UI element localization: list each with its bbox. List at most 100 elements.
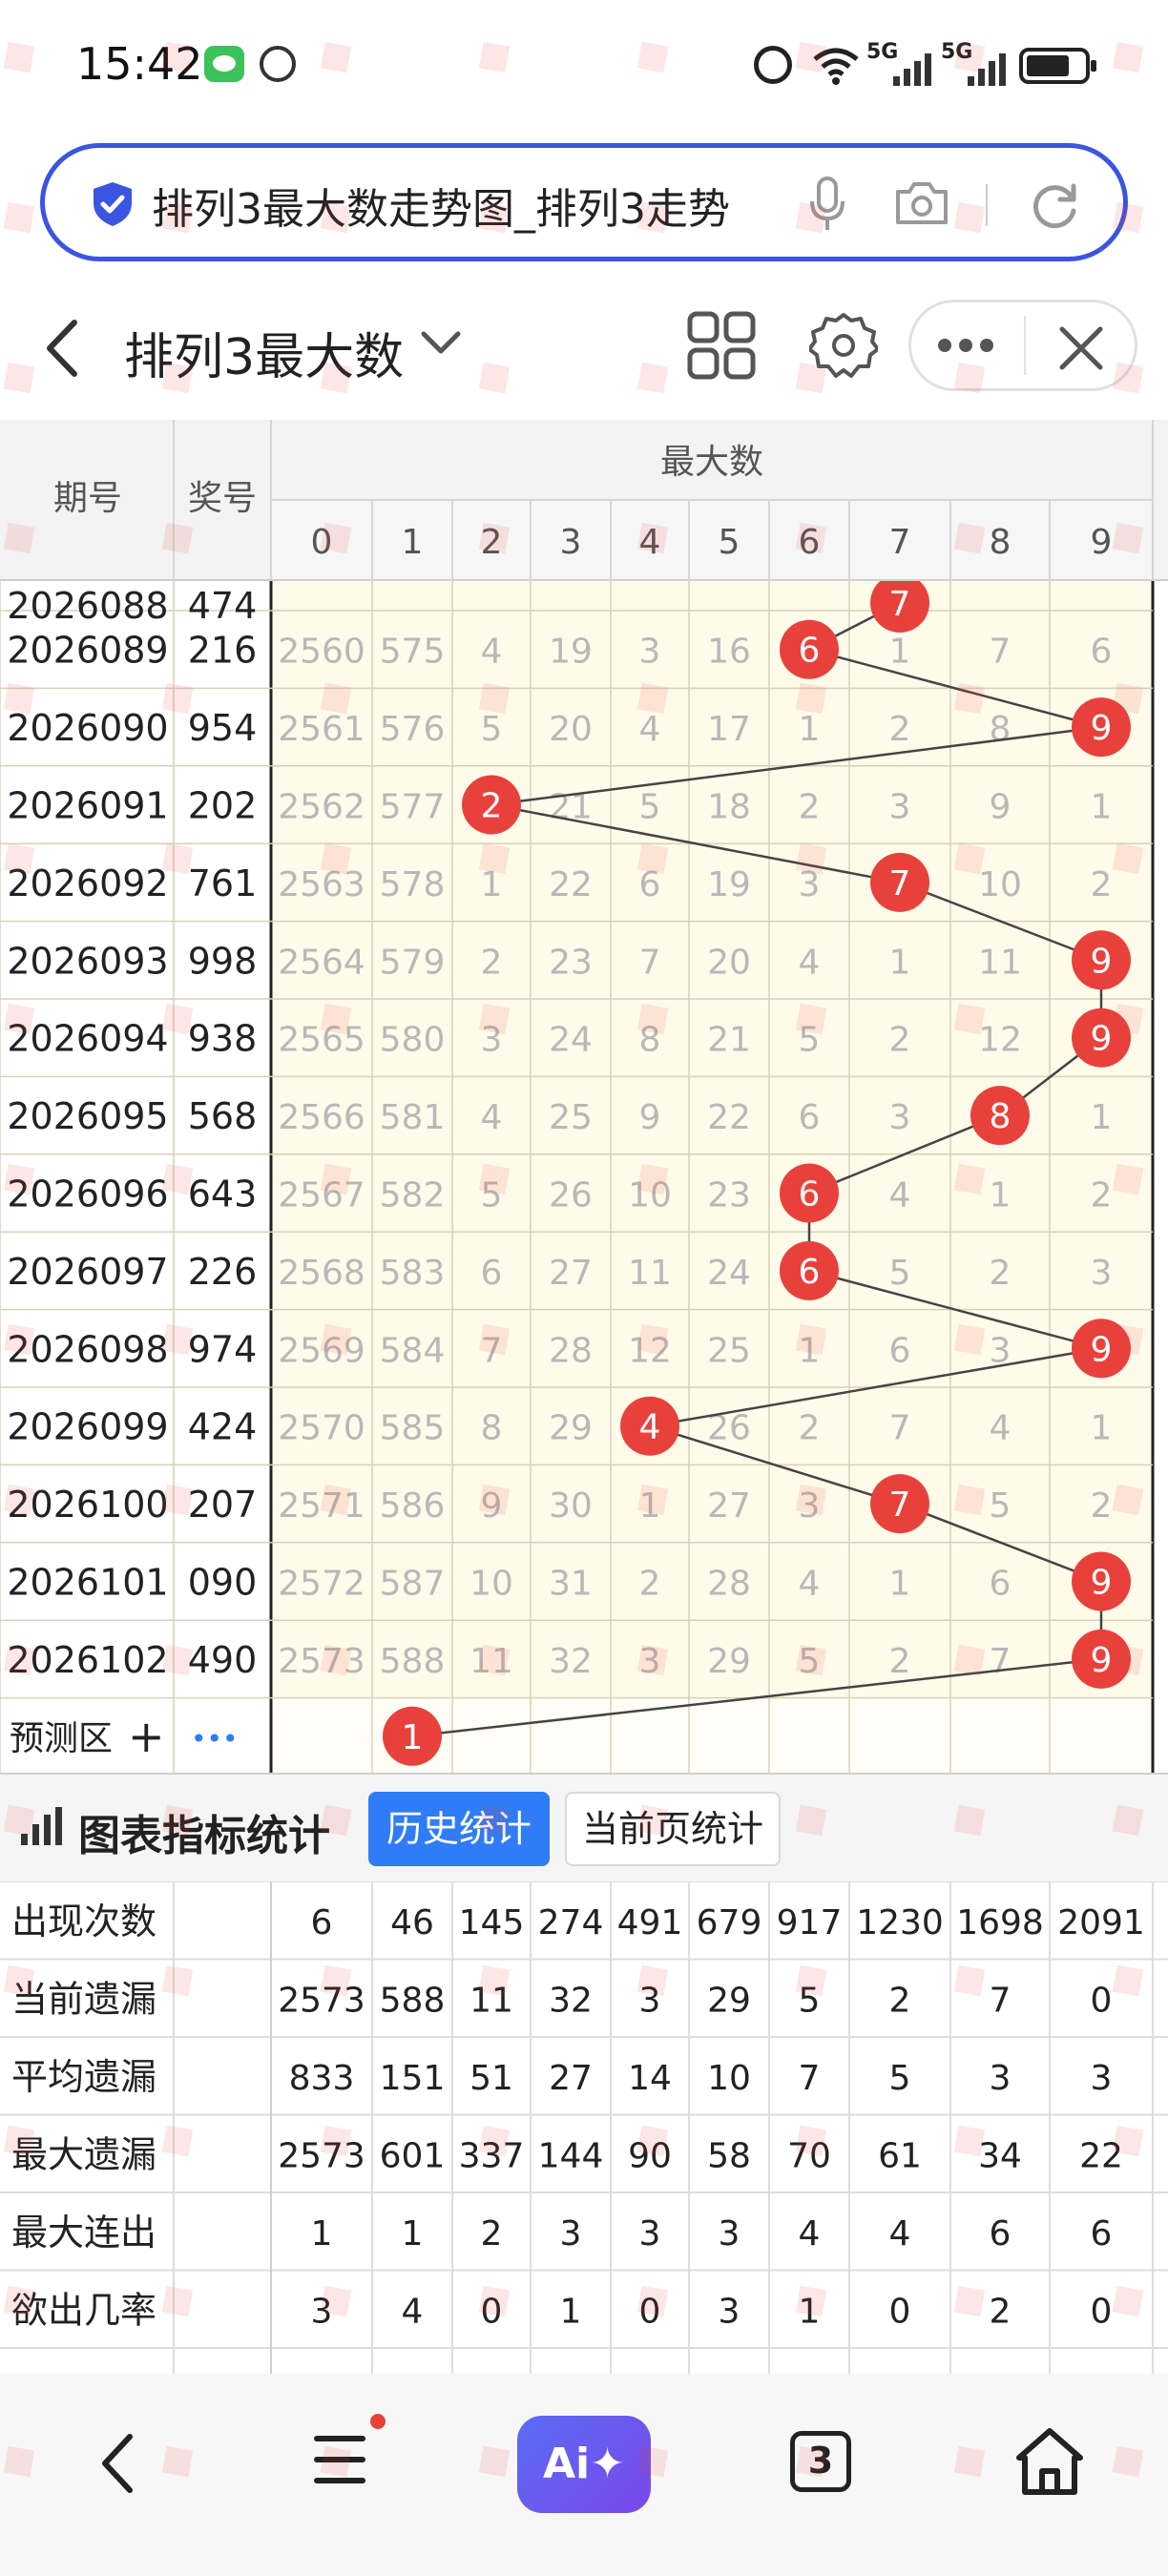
- omission-cell: 10: [628, 1176, 672, 1215]
- capsule-divider: [1024, 316, 1026, 375]
- omission-cell: 3: [481, 1021, 503, 1060]
- stats-value-cell: 0: [639, 2292, 661, 2331]
- stats-value-cell: 2: [889, 1981, 911, 2020]
- column-header-draw: 奖号: [188, 479, 257, 518]
- omission-cell: 4: [990, 1409, 1012, 1448]
- winner-ball: 9: [1072, 697, 1131, 758]
- search-divider: [986, 184, 988, 226]
- stats-value-cell: 151: [380, 2059, 446, 2098]
- omission-cell: 22: [549, 865, 593, 904]
- stats-value-cell: 2091: [1057, 1903, 1145, 1942]
- address-search-bar[interactable]: 排列3最大数走势图_排列3走势: [40, 143, 1128, 261]
- stats-row-label: 当前遗漏: [11, 1978, 156, 2020]
- omission-cell: 7: [990, 633, 1012, 672]
- search-input[interactable]: 排列3最大数走势图_排列3走势: [152, 175, 810, 236]
- row-period: 2026090: [7, 707, 168, 749]
- stats-value-cell: 3: [719, 2292, 740, 2331]
- tab-current-page-stats[interactable]: 当前页统计: [565, 1792, 781, 1866]
- stats-header: 图表指标统计 历史统计 当前页统计: [0, 1775, 1168, 1881]
- omission-cell: 7: [481, 1331, 503, 1370]
- row-period: 2026095: [7, 1095, 168, 1137]
- omission-cell: 30: [549, 1486, 593, 1526]
- stats-row-label: 最大遗漏: [11, 2133, 156, 2175]
- omission-cell: 6: [799, 1098, 821, 1137]
- chevron-down-icon[interactable]: [420, 328, 462, 357]
- omission-cell: 7: [639, 943, 661, 982]
- omission-cell: 3: [799, 1486, 821, 1526]
- tab-history-stats[interactable]: 历史统计: [368, 1792, 550, 1866]
- omission-cell: 8: [990, 710, 1012, 749]
- digit-column-header: 5: [719, 523, 740, 562]
- home-icon[interactable]: [1012, 2423, 1088, 2500]
- svg-text:9: 9: [1091, 942, 1113, 981]
- grid-view-icon[interactable]: [687, 311, 756, 380]
- row-period: 2026094: [7, 1018, 168, 1060]
- omission-cell: 1: [639, 1486, 661, 1526]
- stats-table: 出现次数 6 46 145 274 491 679 917 1230 1698 2091当前遗漏 25…: [0, 1881, 1168, 2374]
- winner-ball: 9: [1072, 1629, 1131, 1689]
- digit-column-header: 2: [481, 523, 503, 562]
- stats-value-cell: 27: [549, 2059, 593, 2098]
- svg-text:9: 9: [1091, 1564, 1113, 1603]
- omission-cell: 21: [707, 1021, 751, 1060]
- winner-ball: 7: [870, 573, 929, 633]
- row-draw-number: 424: [188, 1406, 258, 1448]
- gear-icon[interactable]: [809, 311, 878, 380]
- omission-cell: 1: [990, 1176, 1012, 1215]
- bar-chart-icon: [21, 1807, 62, 1845]
- omission-cell: 1: [889, 1565, 911, 1604]
- svg-text:1: 1: [402, 1718, 424, 1757]
- row-period: 2026093: [7, 940, 168, 982]
- stats-value-cell: 1: [402, 2214, 424, 2254]
- row-period: 2026091: [7, 785, 168, 827]
- page-title[interactable]: 排列3最大数: [124, 317, 404, 388]
- omission-cell: 27: [549, 1254, 593, 1293]
- close-icon[interactable]: [1054, 322, 1108, 375]
- back-arrow-icon[interactable]: [38, 315, 86, 382]
- winner-ball: 9: [1072, 930, 1131, 990]
- page-header: 排列3最大数: [0, 286, 1168, 420]
- refresh-icon[interactable]: [1028, 178, 1081, 232]
- stats-value-cell: 145: [459, 1903, 525, 1942]
- stats-value-cell: 588: [380, 1981, 446, 2020]
- omission-cell: 1: [481, 865, 503, 904]
- omission-cell: 23: [707, 1176, 751, 1215]
- microphone-icon[interactable]: [808, 177, 846, 234]
- omission-cell: 29: [707, 1642, 751, 1681]
- status-time: 15:42: [76, 38, 203, 90]
- stats-value-cell: 0: [1091, 1981, 1113, 2020]
- column-header-period: 期号: [53, 479, 122, 518]
- svg-text:6: 6: [799, 1175, 821, 1215]
- digit-column-header: 7: [889, 523, 911, 562]
- stats-row-label: 平均遗漏: [11, 2056, 156, 2098]
- menu-icon[interactable]: [311, 2427, 368, 2494]
- notification-dot: [370, 2414, 386, 2429]
- stats-title: 图表指标统计: [78, 1812, 330, 1860]
- stats-value-cell: 2573: [278, 2136, 365, 2175]
- omission-cell: 4: [481, 633, 503, 672]
- omission-cell: 11: [628, 1254, 672, 1293]
- trend-chart-svg: 2026088 4742026089 216 2560 575 4 19 3 16 1 7 62026…: [0, 420, 1168, 1775]
- camera-icon[interactable]: [894, 180, 949, 226]
- omission-cell: 2: [799, 788, 821, 827]
- omission-cell: 7: [889, 1409, 911, 1448]
- prediction-more-button[interactable]: •••: [191, 1723, 239, 1755]
- svg-text:9: 9: [1091, 1020, 1113, 1059]
- nav-back-icon[interactable]: [92, 2425, 149, 2502]
- column-group-header: 最大数: [660, 443, 763, 482]
- omission-cell: 5: [799, 1642, 821, 1681]
- prediction-label: 预测区: [10, 1719, 113, 1758]
- row-draw-number: 568: [188, 1095, 258, 1137]
- stats-value-cell: 22: [1079, 2136, 1123, 2175]
- stats-value-cell: 6: [990, 2214, 1012, 2254]
- omission-cell: 20: [549, 710, 593, 749]
- omission-cell: 2573: [278, 1642, 365, 1681]
- omission-cell: 25: [549, 1098, 593, 1137]
- more-dots-icon[interactable]: [938, 339, 993, 352]
- tabs-count-icon[interactable]: 3: [790, 2431, 851, 2492]
- prediction-add-button[interactable]: +: [128, 1711, 165, 1762]
- row-draw-number: 216: [188, 630, 258, 672]
- ai-assistant-button[interactable]: Ai✦: [517, 2416, 651, 2513]
- omission-cell: 5: [481, 1176, 503, 1215]
- omission-cell: 576: [380, 710, 446, 749]
